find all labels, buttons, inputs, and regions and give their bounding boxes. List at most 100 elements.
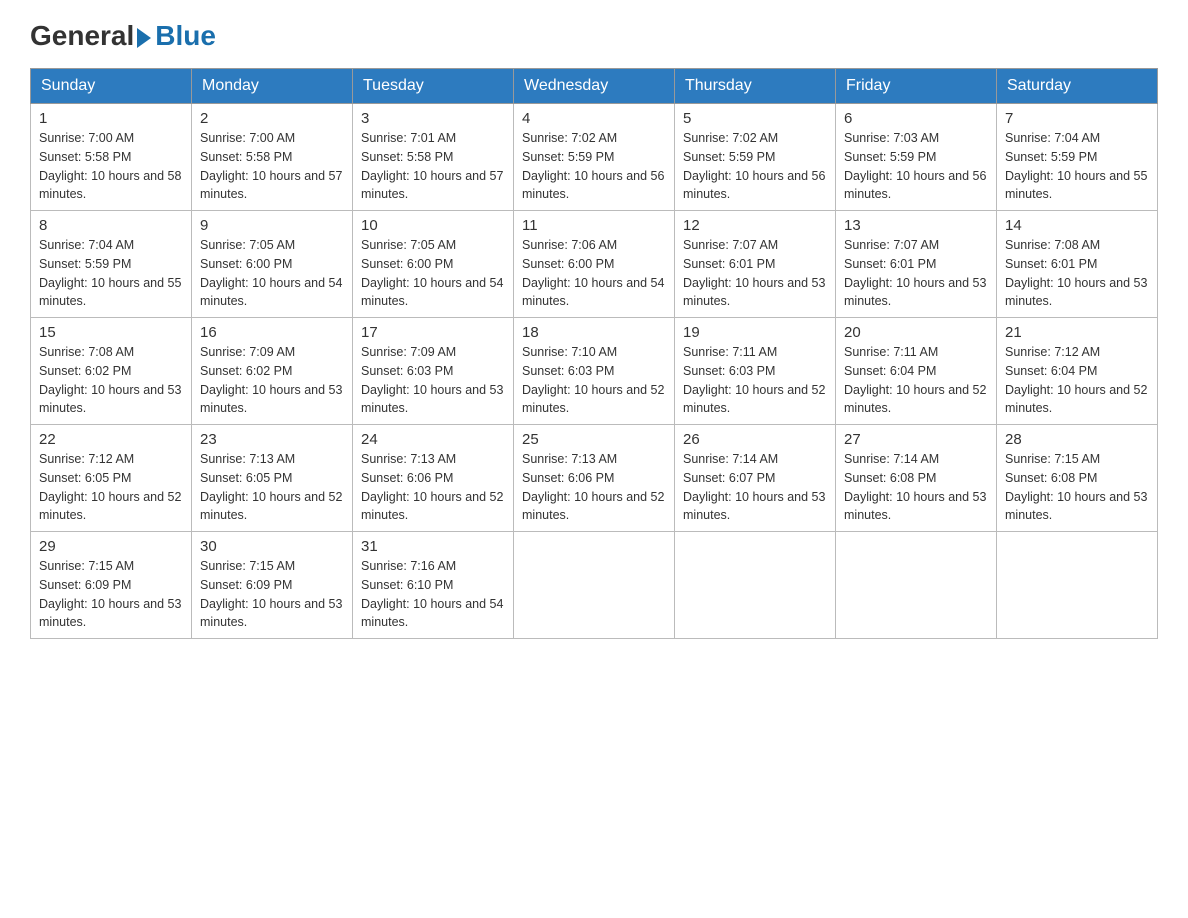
day-cell-10: 10 Sunrise: 7:05 AMSunset: 6:00 PMDaylig… [353,211,514,318]
day-info: Sunrise: 7:14 AMSunset: 6:08 PMDaylight:… [844,450,988,525]
day-info: Sunrise: 7:02 AMSunset: 5:59 PMDaylight:… [683,129,827,204]
day-info: Sunrise: 7:13 AMSunset: 6:05 PMDaylight:… [200,450,344,525]
empty-cell [675,532,836,639]
header-day-friday: Friday [836,69,997,104]
day-info: Sunrise: 7:13 AMSunset: 6:06 PMDaylight:… [361,450,505,525]
day-info: Sunrise: 7:01 AMSunset: 5:58 PMDaylight:… [361,129,505,204]
day-info: Sunrise: 7:08 AMSunset: 6:02 PMDaylight:… [39,343,183,418]
day-number: 21 [1005,324,1149,341]
day-cell-7: 7 Sunrise: 7:04 AMSunset: 5:59 PMDayligh… [997,104,1158,211]
day-cell-16: 16 Sunrise: 7:09 AMSunset: 6:02 PMDaylig… [192,318,353,425]
day-number: 4 [522,110,666,127]
day-cell-26: 26 Sunrise: 7:14 AMSunset: 6:07 PMDaylig… [675,425,836,532]
day-number: 16 [200,324,344,341]
day-cell-28: 28 Sunrise: 7:15 AMSunset: 6:08 PMDaylig… [997,425,1158,532]
day-cell-2: 2 Sunrise: 7:00 AMSunset: 5:58 PMDayligh… [192,104,353,211]
day-cell-27: 27 Sunrise: 7:14 AMSunset: 6:08 PMDaylig… [836,425,997,532]
day-cell-19: 19 Sunrise: 7:11 AMSunset: 6:03 PMDaylig… [675,318,836,425]
day-cell-21: 21 Sunrise: 7:12 AMSunset: 6:04 PMDaylig… [997,318,1158,425]
day-cell-4: 4 Sunrise: 7:02 AMSunset: 5:59 PMDayligh… [514,104,675,211]
day-number: 2 [200,110,344,127]
day-number: 12 [683,217,827,234]
day-number: 18 [522,324,666,341]
day-number: 30 [200,538,344,555]
day-info: Sunrise: 7:15 AMSunset: 6:08 PMDaylight:… [1005,450,1149,525]
logo-arrow-icon [137,28,151,48]
day-info: Sunrise: 7:06 AMSunset: 6:00 PMDaylight:… [522,236,666,311]
day-cell-11: 11 Sunrise: 7:06 AMSunset: 6:00 PMDaylig… [514,211,675,318]
day-cell-25: 25 Sunrise: 7:13 AMSunset: 6:06 PMDaylig… [514,425,675,532]
day-number: 3 [361,110,505,127]
day-cell-30: 30 Sunrise: 7:15 AMSunset: 6:09 PMDaylig… [192,532,353,639]
day-info: Sunrise: 7:15 AMSunset: 6:09 PMDaylight:… [39,557,183,632]
day-info: Sunrise: 7:15 AMSunset: 6:09 PMDaylight:… [200,557,344,632]
header-day-monday: Monday [192,69,353,104]
day-info: Sunrise: 7:11 AMSunset: 6:04 PMDaylight:… [844,343,988,418]
day-info: Sunrise: 7:00 AMSunset: 5:58 PMDaylight:… [39,129,183,204]
day-number: 29 [39,538,183,555]
logo-general-text: General [30,20,134,52]
day-cell-17: 17 Sunrise: 7:09 AMSunset: 6:03 PMDaylig… [353,318,514,425]
day-info: Sunrise: 7:07 AMSunset: 6:01 PMDaylight:… [844,236,988,311]
day-number: 17 [361,324,505,341]
calendar-header-row: SundayMondayTuesdayWednesdayThursdayFrid… [31,69,1158,104]
day-cell-22: 22 Sunrise: 7:12 AMSunset: 6:05 PMDaylig… [31,425,192,532]
day-number: 9 [200,217,344,234]
day-number: 7 [1005,110,1149,127]
day-cell-20: 20 Sunrise: 7:11 AMSunset: 6:04 PMDaylig… [836,318,997,425]
day-cell-29: 29 Sunrise: 7:15 AMSunset: 6:09 PMDaylig… [31,532,192,639]
day-number: 13 [844,217,988,234]
day-info: Sunrise: 7:07 AMSunset: 6:01 PMDaylight:… [683,236,827,311]
day-info: Sunrise: 7:00 AMSunset: 5:58 PMDaylight:… [200,129,344,204]
day-number: 28 [1005,431,1149,448]
day-info: Sunrise: 7:12 AMSunset: 6:04 PMDaylight:… [1005,343,1149,418]
day-cell-31: 31 Sunrise: 7:16 AMSunset: 6:10 PMDaylig… [353,532,514,639]
day-number: 19 [683,324,827,341]
day-info: Sunrise: 7:10 AMSunset: 6:03 PMDaylight:… [522,343,666,418]
day-number: 24 [361,431,505,448]
day-cell-13: 13 Sunrise: 7:07 AMSunset: 6:01 PMDaylig… [836,211,997,318]
day-number: 20 [844,324,988,341]
day-info: Sunrise: 7:08 AMSunset: 6:01 PMDaylight:… [1005,236,1149,311]
day-info: Sunrise: 7:02 AMSunset: 5:59 PMDaylight:… [522,129,666,204]
header-day-sunday: Sunday [31,69,192,104]
header-day-thursday: Thursday [675,69,836,104]
header-day-saturday: Saturday [997,69,1158,104]
day-cell-8: 8 Sunrise: 7:04 AMSunset: 5:59 PMDayligh… [31,211,192,318]
day-number: 25 [522,431,666,448]
header-day-tuesday: Tuesday [353,69,514,104]
day-info: Sunrise: 7:16 AMSunset: 6:10 PMDaylight:… [361,557,505,632]
day-number: 8 [39,217,183,234]
day-number: 5 [683,110,827,127]
day-number: 23 [200,431,344,448]
page-header: General Blue [30,20,1158,48]
day-cell-3: 3 Sunrise: 7:01 AMSunset: 5:58 PMDayligh… [353,104,514,211]
day-number: 1 [39,110,183,127]
day-cell-9: 9 Sunrise: 7:05 AMSunset: 6:00 PMDayligh… [192,211,353,318]
day-number: 22 [39,431,183,448]
week-row-2: 8 Sunrise: 7:04 AMSunset: 5:59 PMDayligh… [31,211,1158,318]
logo-blue-text: Blue [155,20,216,52]
day-number: 27 [844,431,988,448]
day-cell-15: 15 Sunrise: 7:08 AMSunset: 6:02 PMDaylig… [31,318,192,425]
day-number: 6 [844,110,988,127]
empty-cell [997,532,1158,639]
day-info: Sunrise: 7:11 AMSunset: 6:03 PMDaylight:… [683,343,827,418]
day-number: 14 [1005,217,1149,234]
calendar-table: SundayMondayTuesdayWednesdayThursdayFrid… [30,68,1158,639]
day-info: Sunrise: 7:12 AMSunset: 6:05 PMDaylight:… [39,450,183,525]
logo: General Blue [30,20,216,48]
header-day-wednesday: Wednesday [514,69,675,104]
week-row-3: 15 Sunrise: 7:08 AMSunset: 6:02 PMDaylig… [31,318,1158,425]
day-info: Sunrise: 7:04 AMSunset: 5:59 PMDaylight:… [39,236,183,311]
day-cell-12: 12 Sunrise: 7:07 AMSunset: 6:01 PMDaylig… [675,211,836,318]
day-info: Sunrise: 7:13 AMSunset: 6:06 PMDaylight:… [522,450,666,525]
day-info: Sunrise: 7:05 AMSunset: 6:00 PMDaylight:… [200,236,344,311]
day-cell-1: 1 Sunrise: 7:00 AMSunset: 5:58 PMDayligh… [31,104,192,211]
day-info: Sunrise: 7:03 AMSunset: 5:59 PMDaylight:… [844,129,988,204]
day-info: Sunrise: 7:04 AMSunset: 5:59 PMDaylight:… [1005,129,1149,204]
empty-cell [514,532,675,639]
day-info: Sunrise: 7:14 AMSunset: 6:07 PMDaylight:… [683,450,827,525]
day-info: Sunrise: 7:09 AMSunset: 6:02 PMDaylight:… [200,343,344,418]
day-info: Sunrise: 7:05 AMSunset: 6:00 PMDaylight:… [361,236,505,311]
